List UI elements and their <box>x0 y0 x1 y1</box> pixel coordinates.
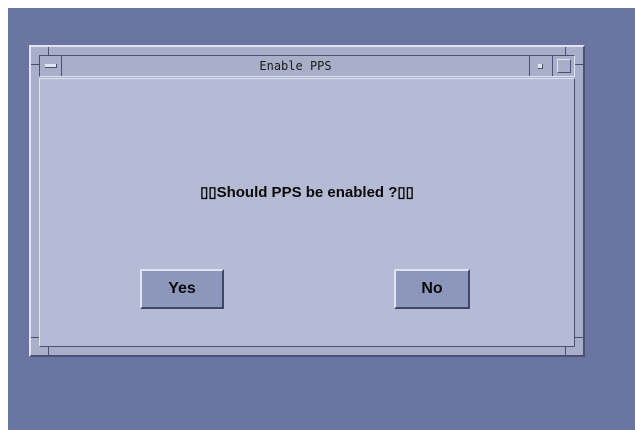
dialog-message: ▯▯Should PPS be enabled ?▯▯ <box>200 184 414 201</box>
window-menu-icon <box>45 64 57 68</box>
desktop-background: Enable PPS ▯▯Should PPS be enabled ?▯▯ Y… <box>8 8 635 430</box>
no-button[interactable]: No <box>394 269 470 309</box>
dialog-content: ▯▯Should PPS be enabled ?▯▯ Yes No <box>39 78 575 347</box>
title-bar[interactable]: Enable PPS <box>39 55 575 77</box>
maximize-button[interactable] <box>552 56 574 76</box>
window-menu-button[interactable] <box>40 56 62 76</box>
minimize-button[interactable] <box>529 56 551 76</box>
dialog-window: Enable PPS ▯▯Should PPS be enabled ?▯▯ Y… <box>29 45 585 357</box>
yes-button[interactable]: Yes <box>140 269 224 309</box>
maximize-icon <box>557 59 571 73</box>
minimize-icon <box>538 64 543 69</box>
window-title: Enable PPS <box>259 59 332 73</box>
